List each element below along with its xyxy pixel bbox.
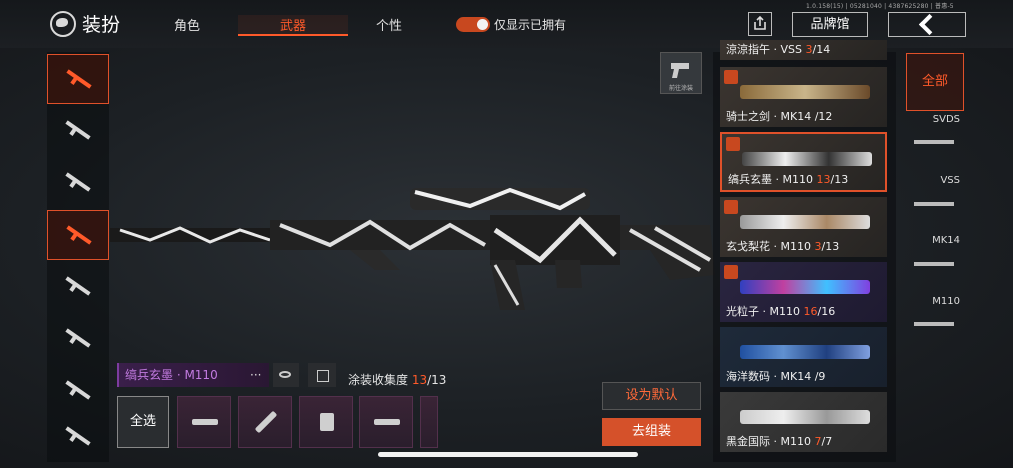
spray-badge-icon — [726, 137, 740, 151]
filter-svds-label[interactable]: SVDS — [906, 114, 964, 125]
list-item[interactable]: 骑士之剑 · MK14 /12 — [720, 67, 887, 127]
only-owned-toggle[interactable] — [456, 17, 490, 32]
sidebar-item-rifle[interactable] — [47, 314, 109, 364]
sidebar-item-sniper[interactable] — [47, 210, 109, 260]
share-icon — [754, 15, 766, 30]
spray-gun-icon — [671, 63, 689, 78]
sidebar-item-lmg[interactable] — [47, 412, 109, 462]
preview-button[interactable] — [273, 363, 299, 387]
version-text: 1.0.158(15) | 05281040 | 4387625280 | 普惠… — [806, 3, 954, 10]
select-all-button[interactable]: 全选 — [117, 396, 169, 448]
selected-skin-name: 缟兵玄墨 · M110 — [117, 363, 269, 387]
go-assemble-button[interactable]: 去组装 — [602, 418, 701, 446]
collection-progress: 涂装收集度 13/13 — [348, 373, 447, 387]
skin-thumbnail — [740, 85, 870, 99]
sniper-rifle-icon — [66, 225, 92, 245]
lmg-icon — [65, 426, 91, 446]
part-slot[interactable] — [359, 396, 413, 448]
sidebar-item-pistol[interactable] — [47, 54, 109, 104]
share-button[interactable] — [748, 12, 772, 36]
skin-thumbnail — [740, 215, 870, 229]
sidebar-item-smg[interactable] — [47, 158, 109, 208]
filter-m110-label[interactable]: M110 — [906, 296, 964, 307]
receiver-part-icon — [192, 419, 218, 425]
tab-weapon[interactable]: 武器 — [238, 15, 348, 36]
globe-logo-icon — [50, 11, 76, 37]
sidebar-item-assault-rifle[interactable] — [47, 106, 109, 156]
skin-thumbnail — [740, 345, 870, 359]
list-item-selected[interactable]: 缟兵玄墨 · M110 13/13 — [720, 132, 887, 192]
shotgun-icon — [65, 276, 91, 296]
set-default-button[interactable]: 设为默认 — [602, 382, 701, 410]
more-button[interactable]: ··· — [250, 368, 261, 382]
part-slot[interactable] — [299, 396, 353, 448]
weapon-preview[interactable] — [110, 170, 720, 320]
home-indicator[interactable] — [378, 452, 638, 457]
filter-vss-label[interactable]: VSS — [906, 175, 964, 186]
tab-personality[interactable]: 个性 — [376, 15, 402, 34]
brand-hall-button[interactable]: 品牌馆 — [792, 12, 868, 37]
skin-thumbnail — [740, 410, 870, 424]
spray-badge-icon — [724, 70, 738, 84]
skin-thumbnail — [740, 280, 870, 294]
rifle-icon — [65, 328, 91, 348]
assault-rifle-icon — [65, 120, 91, 140]
skin-thumbnail — [742, 152, 872, 166]
list-item[interactable]: 黑金国际 · M110 7/7 — [720, 392, 887, 452]
svds-icon[interactable] — [914, 140, 954, 144]
m110-icon[interactable] — [914, 322, 954, 326]
smg-icon — [65, 172, 91, 192]
list-item[interactable]: 玄戈梨花 · M110 3/13 — [720, 197, 887, 257]
page-title: 装扮 — [82, 14, 121, 36]
filter-mk14-label[interactable]: MK14 — [906, 235, 964, 246]
go-paint-label: 前往涂装 — [668, 85, 693, 92]
only-owned-label: 仅显示已拥有 — [494, 18, 567, 32]
list-item[interactable]: 涼涼指午 · VSS 3/14 — [720, 40, 887, 60]
dmr-icon — [65, 380, 91, 400]
spray-badge-icon — [724, 200, 738, 214]
share-skin-button[interactable] — [308, 363, 336, 387]
pistol-icon — [66, 69, 92, 89]
barrel-part-icon — [254, 410, 278, 434]
scope-part-icon — [374, 419, 400, 425]
part-slot[interactable] — [177, 396, 231, 448]
back-button[interactable] — [888, 12, 966, 37]
list-item[interactable]: 光粒子 · M110 16/16 — [720, 262, 887, 322]
back-arrow-icon — [918, 13, 941, 36]
vss-icon[interactable] — [914, 202, 954, 206]
sidebar-item-shotgun[interactable] — [47, 262, 109, 312]
filter-all[interactable]: 全部 — [906, 53, 964, 111]
grip-part-icon — [320, 413, 334, 431]
spray-badge-icon — [724, 265, 738, 279]
sidebar-item-dmr[interactable] — [47, 366, 109, 416]
part-slot[interactable] — [238, 396, 292, 448]
part-slot[interactable] — [420, 396, 438, 448]
list-item[interactable]: 海洋数码 · MK14 /9 — [720, 327, 887, 387]
tab-character[interactable]: 角色 — [174, 15, 200, 34]
mk14-icon[interactable] — [914, 262, 954, 266]
